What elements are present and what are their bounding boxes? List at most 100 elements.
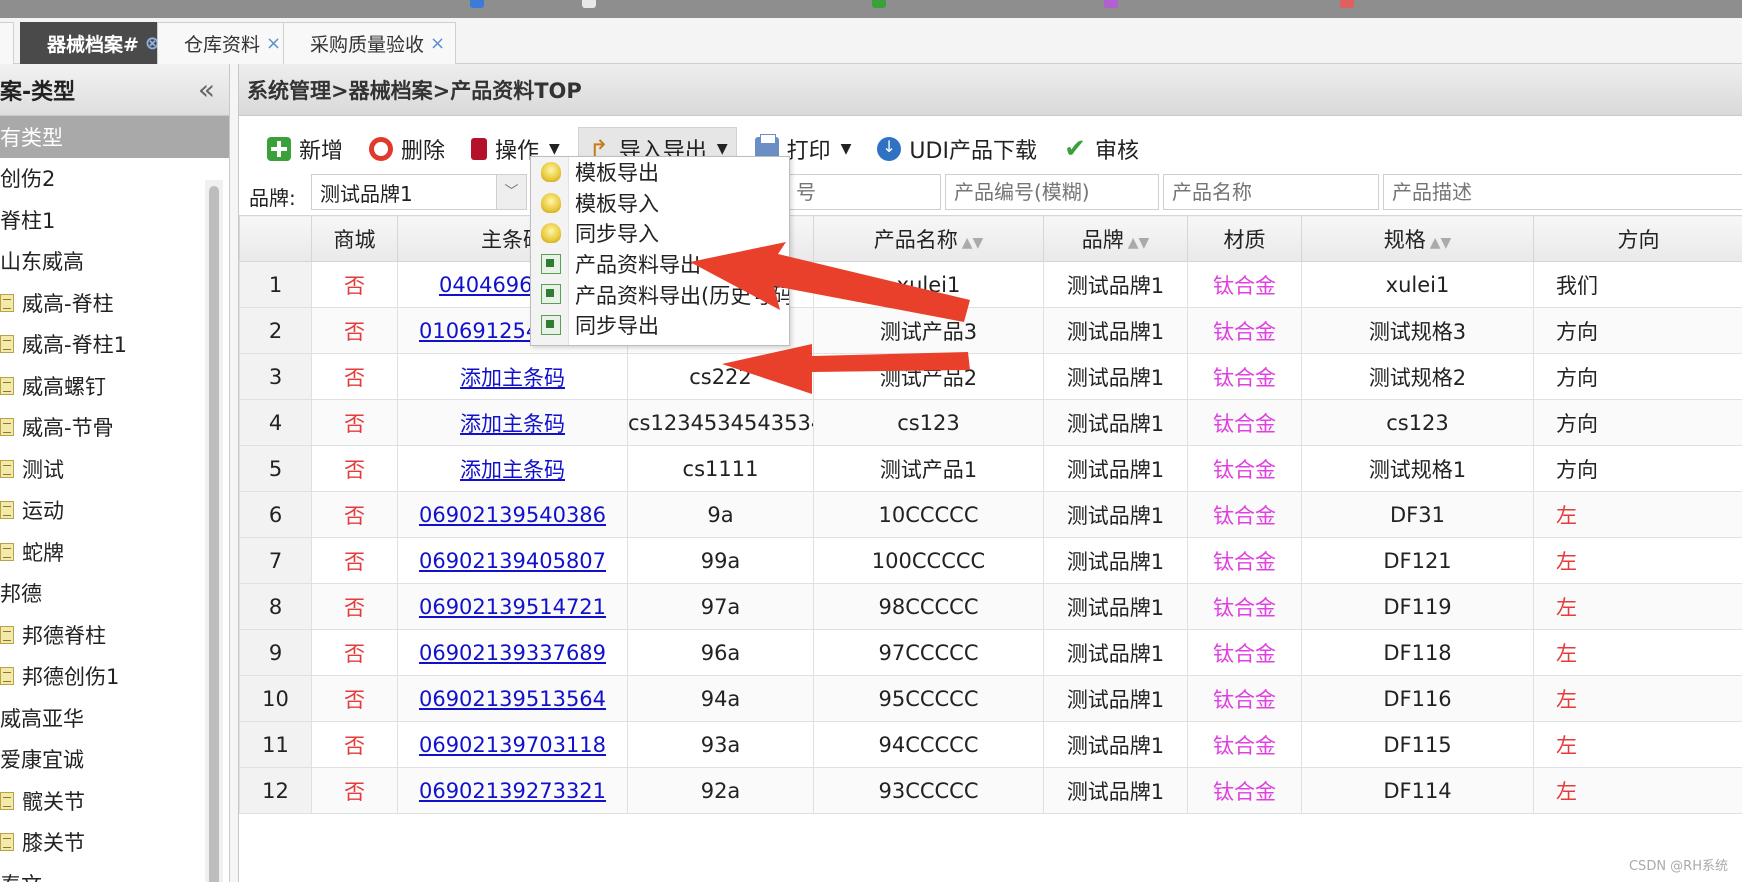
mall-cell: 否 [311, 353, 398, 400]
sidebar-item[interactable]: 威高-脊柱 [0, 282, 229, 324]
barcode-link[interactable]: 06902139405807 [419, 549, 606, 573]
tab-warehouse[interactable]: 仓库资料 × [157, 22, 293, 64]
name-cell: xulei1 [813, 261, 1044, 308]
mall-cell: 否 [311, 583, 398, 630]
barcode-link[interactable]: 添加主条码 [460, 458, 565, 482]
menu-item[interactable]: 产品资料导出(历史号码 [531, 279, 789, 310]
sidebar-item[interactable]: 测试 [0, 448, 229, 490]
sidebar-item[interactable]: 爱康宜诚 [0, 739, 229, 781]
brand-select[interactable]: 测试品牌1 ﹀ [311, 174, 527, 210]
mall-cell: 否 [311, 537, 398, 584]
barcode-link[interactable]: 06902139540386 [419, 503, 606, 527]
table-row[interactable]: 10 否 06902139513564 94a 95CCCCC 测试品牌1 钛合金 DF116… [239, 675, 1742, 722]
column-header[interactable]: 商城 [311, 215, 398, 262]
sidebar-item-label: 山东威高 [0, 250, 84, 275]
barcode-link[interactable]: 06902139273321 [419, 779, 606, 803]
table-row[interactable]: 7 否 06902139405807 99a 100CCCCC 测试品牌1 钛合金 DF121… [239, 537, 1742, 584]
sidebar-item[interactable]: 山东威高 [0, 241, 229, 283]
sidebar-item[interactable]: 脊柱1 [0, 199, 229, 241]
row-index: 11 [239, 721, 312, 768]
product-number-input[interactable] [945, 174, 1159, 210]
column-header-label: 材质 [1223, 227, 1266, 252]
menu-item[interactable]: 模板导入 [531, 188, 789, 219]
table-row[interactable]: 6 否 06902139540386 9a 10CCCCC 测试品牌1 钛合金 DF31 左 [239, 491, 1742, 538]
product-name-input[interactable] [1163, 174, 1379, 210]
close-icon[interactable]: × [430, 33, 445, 54]
spec-cell: DF116 [1301, 675, 1534, 722]
tab-stub[interactable] [0, 22, 14, 64]
menu-item[interactable]: 同步导入 [531, 218, 789, 249]
sidebar-item[interactable]: 邦德脊柱 [0, 614, 229, 656]
table-row[interactable]: 5 否 添加主条码 cs1111 测试产品1 测试品牌1 钛合金 测试规格1 方向 [239, 445, 1742, 492]
sidebar-item-label: 膝关节 [22, 831, 85, 856]
sidebar-title: 案-类型 [0, 79, 76, 105]
spec-cell: 测试规格1 [1301, 445, 1534, 492]
sidebar-item[interactable]: 邦德 [0, 573, 229, 615]
sidebar-item[interactable]: 膝关节 [0, 822, 229, 864]
barcode-link[interactable]: 添加主条码 [460, 412, 565, 436]
sidebar-item-label: 威高螺钉 [22, 374, 106, 399]
table-row[interactable]: 9 否 06902139337689 96a 97CCCCC 测试品牌1 钛合金 DF118 左 [239, 629, 1742, 676]
product-desc-input[interactable] [1383, 174, 1742, 210]
column-header[interactable]: 产品名称 ▲▼ [813, 215, 1044, 262]
material-cell: 钛合金 [1187, 307, 1302, 354]
table-row[interactable]: 12 否 06902139273321 92a 93CCCCC 测试品牌1 钛合金 DF114… [239, 767, 1742, 814]
document-icon [0, 667, 14, 686]
sidebar-item[interactable]: 髋关节 [0, 780, 229, 822]
row-index: 8 [239, 583, 312, 630]
table-row[interactable]: 3 否 添加主条码 cs222 测试产品2 测试品牌1 钛合金 测试规格2 方向 [239, 353, 1742, 400]
column-header[interactable] [239, 215, 312, 262]
table-row[interactable]: 2 否 01069125478612 测试产品3 测试品牌1 钛合金 测试规格3 方向 [239, 307, 1742, 354]
sidebar-item[interactable]: 威高螺钉 [0, 365, 229, 407]
number-filter-input[interactable] [787, 174, 941, 210]
tab-label: 采购质量验收 [310, 34, 425, 56]
tab-device-archive[interactable]: 器械档案# ⊗ [20, 22, 172, 64]
add-button[interactable]: 新增 [259, 127, 351, 171]
lightbulb-icon [541, 223, 561, 244]
direction-cell: 方向 [1533, 445, 1742, 492]
menu-item[interactable]: 同步导出 [531, 310, 789, 341]
audit-button[interactable]: ✔ 审核 [1055, 127, 1147, 171]
table-row[interactable]: 11 否 06902139703118 93a 94CCCCC 测试品牌1 钛合金 DF115… [239, 721, 1742, 768]
sort-icon[interactable]: ▲▼ [1128, 235, 1150, 251]
menu-item[interactable]: 模板导出 [531, 157, 789, 188]
collapse-icon[interactable]: « [198, 73, 215, 106]
row-index: 2 [239, 307, 312, 354]
code-cell: cs222 [627, 353, 814, 400]
column-header[interactable]: 品牌 ▲▼ [1043, 215, 1188, 262]
sort-icon[interactable]: ▲▼ [1430, 235, 1452, 251]
sidebar-item[interactable]: 有类型 [0, 116, 229, 158]
tab-purchase-quality[interactable]: 采购质量验收 × [283, 22, 457, 64]
column-header-label: 方向 [1617, 227, 1660, 252]
sidebar-item[interactable]: 运动 [0, 490, 229, 532]
delete-button[interactable]: 删除 [361, 127, 453, 171]
table-row[interactable]: 4 否添加主条码 cs1234534543534 cs123 测试品牌1 钛合金 cs123… [239, 399, 1742, 446]
mall-cell: 否 [311, 675, 398, 722]
udi-download-button[interactable]: UDI产品下载 [869, 127, 1045, 171]
barcode-link[interactable]: 06902139513564 [419, 687, 606, 711]
column-header[interactable]: 规格 ▲▼ [1301, 215, 1534, 262]
menu-item[interactable]: 产品资料导出 [531, 249, 789, 280]
barcode-link[interactable]: 06902139514721 [419, 595, 606, 619]
barcode-link[interactable]: 06902139337689 [419, 641, 606, 665]
table-row[interactable]: 1 否 04046964244 xulei1 测试品牌1 钛合金 xulei1 我们 [239, 261, 1742, 308]
spec-cell: 测试规格2 [1301, 353, 1534, 400]
sidebar-item[interactable]: 蛇牌 [0, 531, 229, 573]
document-icon [0, 293, 14, 312]
sidebar-item[interactable]: 邦德创伤1 [0, 656, 229, 698]
mall-cell: 否 [311, 629, 398, 676]
column-header[interactable]: 材质 [1187, 215, 1302, 262]
sidebar-item[interactable]: 泰文 [0, 863, 229, 882]
sidebar-item[interactable]: 创伤2 [0, 158, 229, 200]
sidebar-item[interactable]: 威高亚华 [0, 697, 229, 739]
barcode-link[interactable]: 06902139703118 [419, 733, 606, 757]
sidebar-item[interactable]: 威高-脊柱1 [0, 324, 229, 366]
scrollbar-thumb[interactable] [209, 186, 219, 882]
table-row[interactable]: 8 否 06902139514721 97a 98CCCCC 测试品牌1 钛合金 DF119 左 [239, 583, 1742, 630]
barcode-link[interactable]: 添加主条码 [460, 366, 565, 390]
sort-icon[interactable]: ▲▼ [962, 235, 984, 251]
sidebar-item[interactable]: 威高-节骨 [0, 407, 229, 449]
close-icon[interactable]: × [266, 33, 281, 54]
column-header[interactable]: 方向 [1533, 215, 1742, 262]
chevron-down-icon[interactable]: ﹀ [496, 175, 526, 209]
